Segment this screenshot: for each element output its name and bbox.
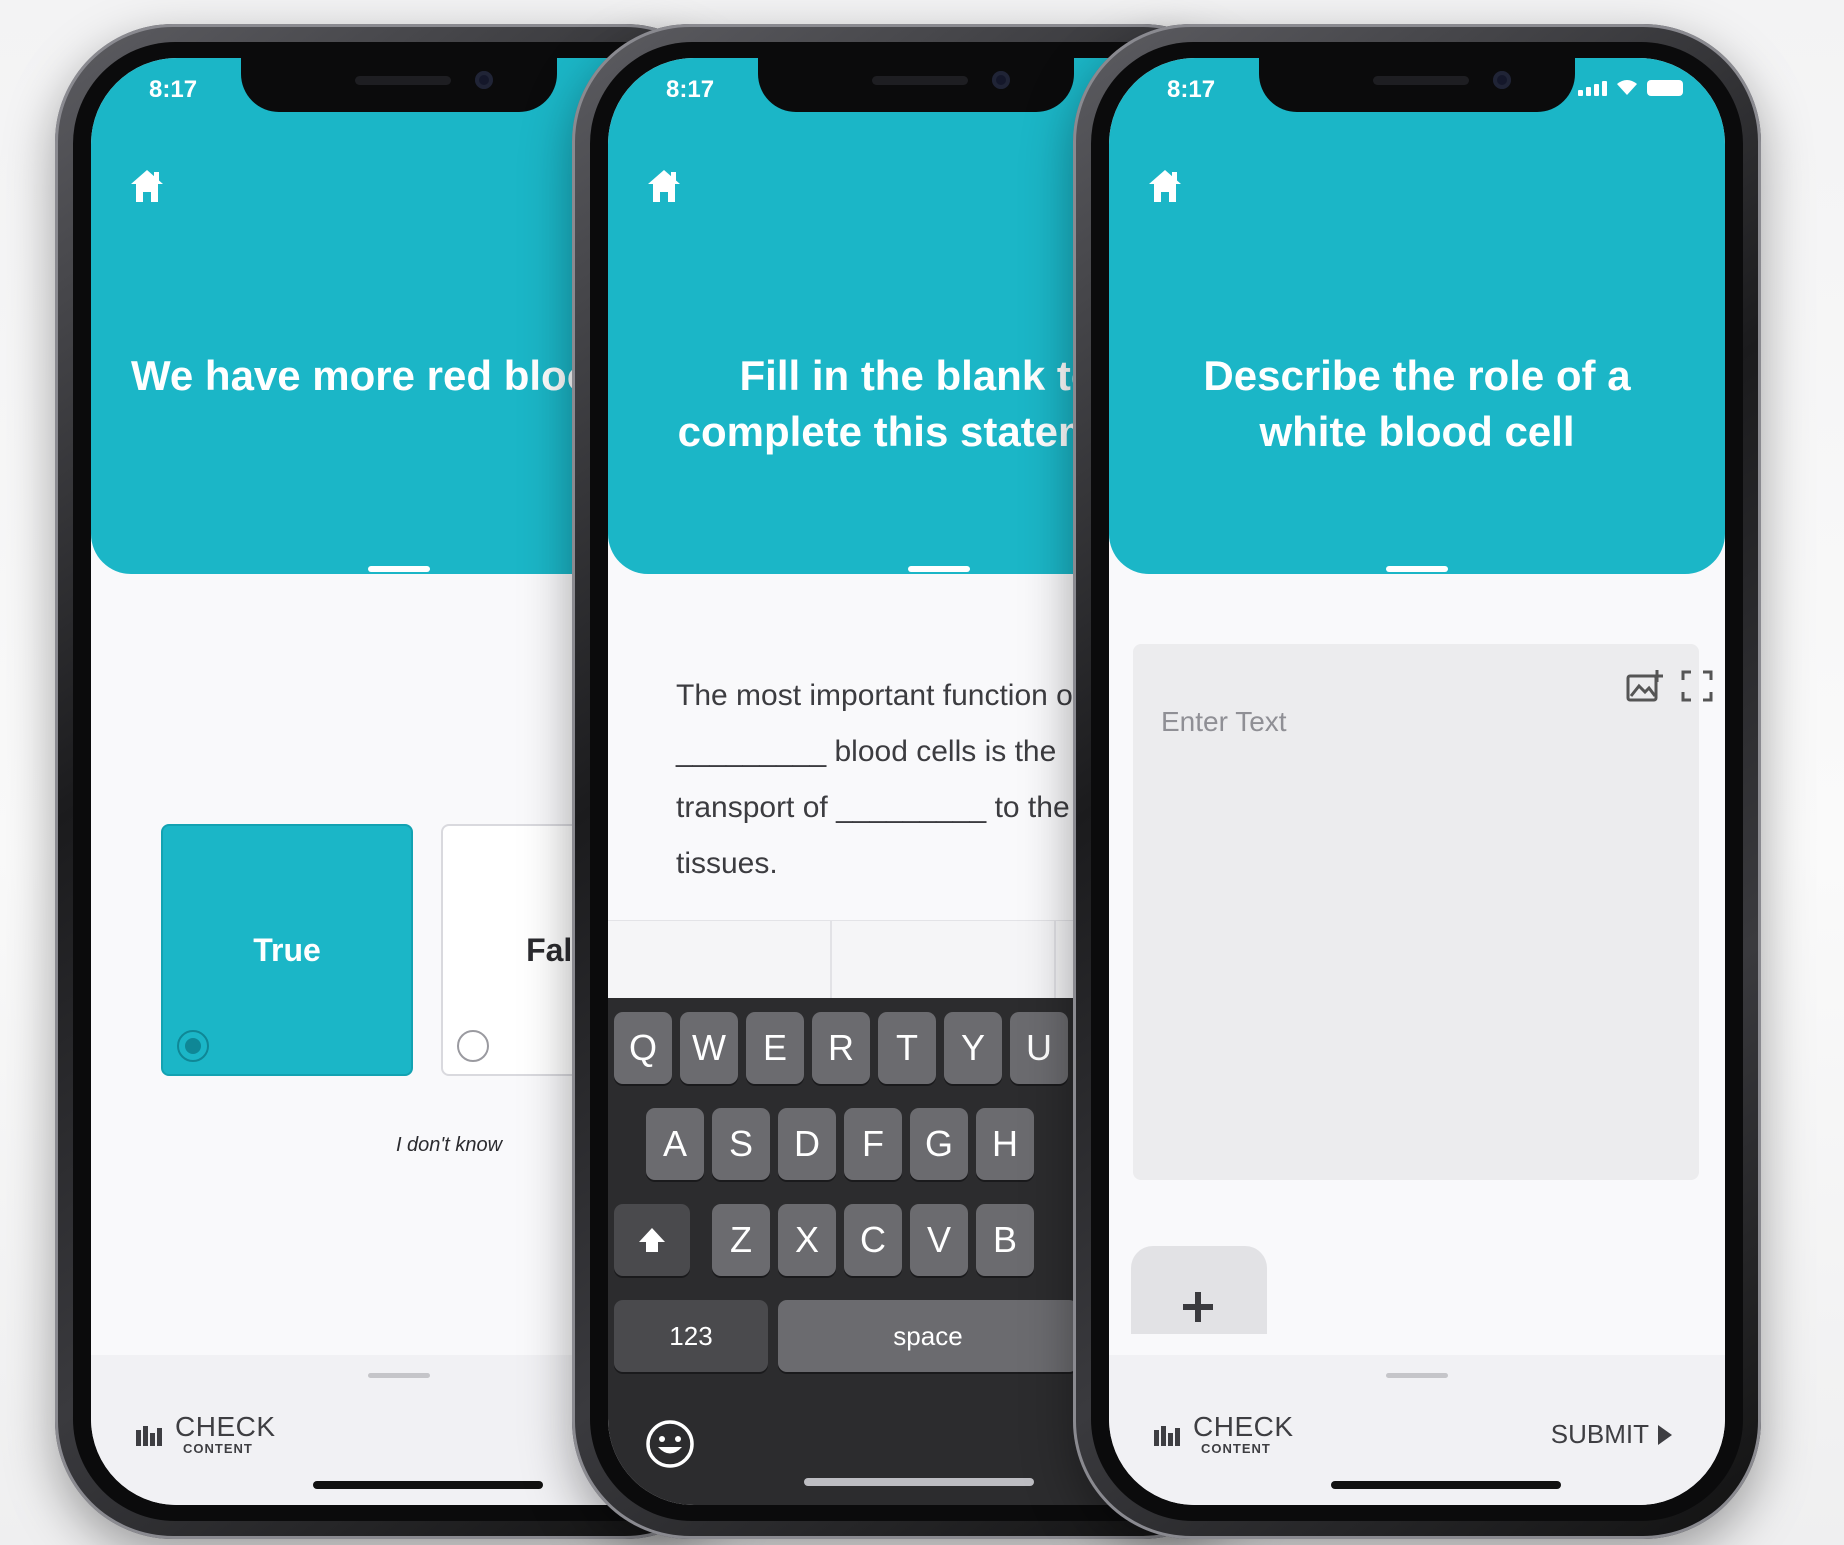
key-g[interactable]: G (910, 1108, 968, 1180)
notch (1259, 58, 1575, 112)
status-time: 8:17 (1167, 76, 1216, 103)
numbers-key[interactable]: 123 (614, 1300, 768, 1372)
status-time: 8:17 (149, 76, 198, 103)
statement-line: transport of _________ to the (676, 791, 1070, 824)
status-icons (1578, 78, 1683, 96)
key-u[interactable]: U (1010, 1012, 1068, 1084)
signal-icon (1578, 81, 1607, 96)
key-s[interactable]: S (712, 1108, 770, 1180)
bottom-grabber[interactable] (1386, 1373, 1448, 1378)
key-f[interactable]: F (844, 1108, 902, 1180)
screen-describe: 8:17 Describe the role of a white blood … (1109, 58, 1725, 1505)
home-icon[interactable] (127, 166, 167, 206)
submit-button[interactable]: SUBMIT (1551, 1419, 1673, 1450)
space-key[interactable]: space (778, 1300, 1078, 1372)
key-r[interactable]: R (812, 1012, 870, 1084)
key-v[interactable]: V (910, 1204, 968, 1276)
status-time: 8:17 (666, 76, 715, 103)
home-indicator[interactable] (313, 1481, 543, 1489)
question-text: Describe the role of a white blood cell (1203, 352, 1631, 455)
radio-selected[interactable] (177, 1030, 209, 1062)
battery-icon (1647, 80, 1683, 96)
notch (241, 58, 557, 112)
bar-chart-icon (136, 1426, 162, 1446)
submit-label: SUBMIT (1550, 1419, 1649, 1449)
statement-line: _________ blood cells is the (676, 735, 1057, 768)
add-image-icon[interactable] (1625, 668, 1665, 704)
play-triangle-icon (1658, 1424, 1672, 1445)
check-sublabel: CONTENT (1201, 1441, 1271, 1456)
bottom-bar: CHECK CONTENT SUBMIT (1109, 1355, 1725, 1505)
key-c[interactable]: C (844, 1204, 902, 1276)
divider (830, 921, 832, 999)
fill-blank-statement[interactable]: The most important function of _________… (676, 668, 1081, 892)
phone-frame-describe: 8:17 Describe the role of a white blood … (1073, 24, 1761, 1539)
statement-line: The most important function of (676, 679, 1082, 712)
key-t[interactable]: T (878, 1012, 936, 1084)
sheet-grabber[interactable] (368, 566, 430, 572)
home-icon[interactable] (644, 166, 684, 206)
expand-icon[interactable] (1679, 668, 1715, 704)
option-label: True (253, 932, 321, 968)
wifi-icon (1617, 80, 1637, 95)
question-header: 8:17 Describe the role of a white blood … (1109, 58, 1725, 574)
bar-chart-icon (1154, 1426, 1180, 1446)
home-indicator[interactable] (804, 1478, 1034, 1486)
add-answer-button[interactable] (1131, 1246, 1267, 1334)
key-w[interactable]: W (680, 1012, 738, 1084)
notch (758, 58, 1074, 112)
shift-key[interactable] (614, 1204, 690, 1276)
key-h[interactable]: H (976, 1108, 1034, 1180)
key-b[interactable]: B (976, 1204, 1034, 1276)
answer-placeholder: Enter Text (1161, 706, 1287, 737)
check-sublabel: CONTENT (183, 1441, 253, 1456)
key-y[interactable]: Y (944, 1012, 1002, 1084)
key-a[interactable]: A (646, 1108, 704, 1180)
radio-unselected[interactable] (457, 1030, 489, 1062)
statement-line: tissues. (676, 847, 778, 880)
key-x[interactable]: X (778, 1204, 836, 1276)
emoji-icon[interactable] (644, 1418, 696, 1470)
check-content-button[interactable]: CHECK CONTENT (135, 1413, 276, 1457)
key-q[interactable]: Q (614, 1012, 672, 1084)
option-true[interactable]: True (161, 824, 413, 1076)
sheet-grabber[interactable] (908, 566, 970, 572)
divider (1054, 921, 1056, 999)
shift-icon (639, 1228, 665, 1252)
key-e[interactable]: E (746, 1012, 804, 1084)
check-content-button[interactable]: CHECK CONTENT (1153, 1413, 1294, 1457)
sheet-grabber[interactable] (1386, 566, 1448, 572)
bottom-grabber[interactable] (368, 1373, 430, 1378)
home-icon[interactable] (1145, 166, 1185, 206)
key-z[interactable]: Z (712, 1204, 770, 1276)
plus-icon (1183, 1292, 1213, 1322)
home-indicator[interactable] (1331, 1481, 1561, 1489)
answer-text-area[interactable]: Enter Text (1133, 644, 1713, 1180)
check-label: CHECK (1193, 1411, 1294, 1442)
check-label: CHECK (175, 1411, 276, 1442)
key-d[interactable]: D (778, 1108, 836, 1180)
